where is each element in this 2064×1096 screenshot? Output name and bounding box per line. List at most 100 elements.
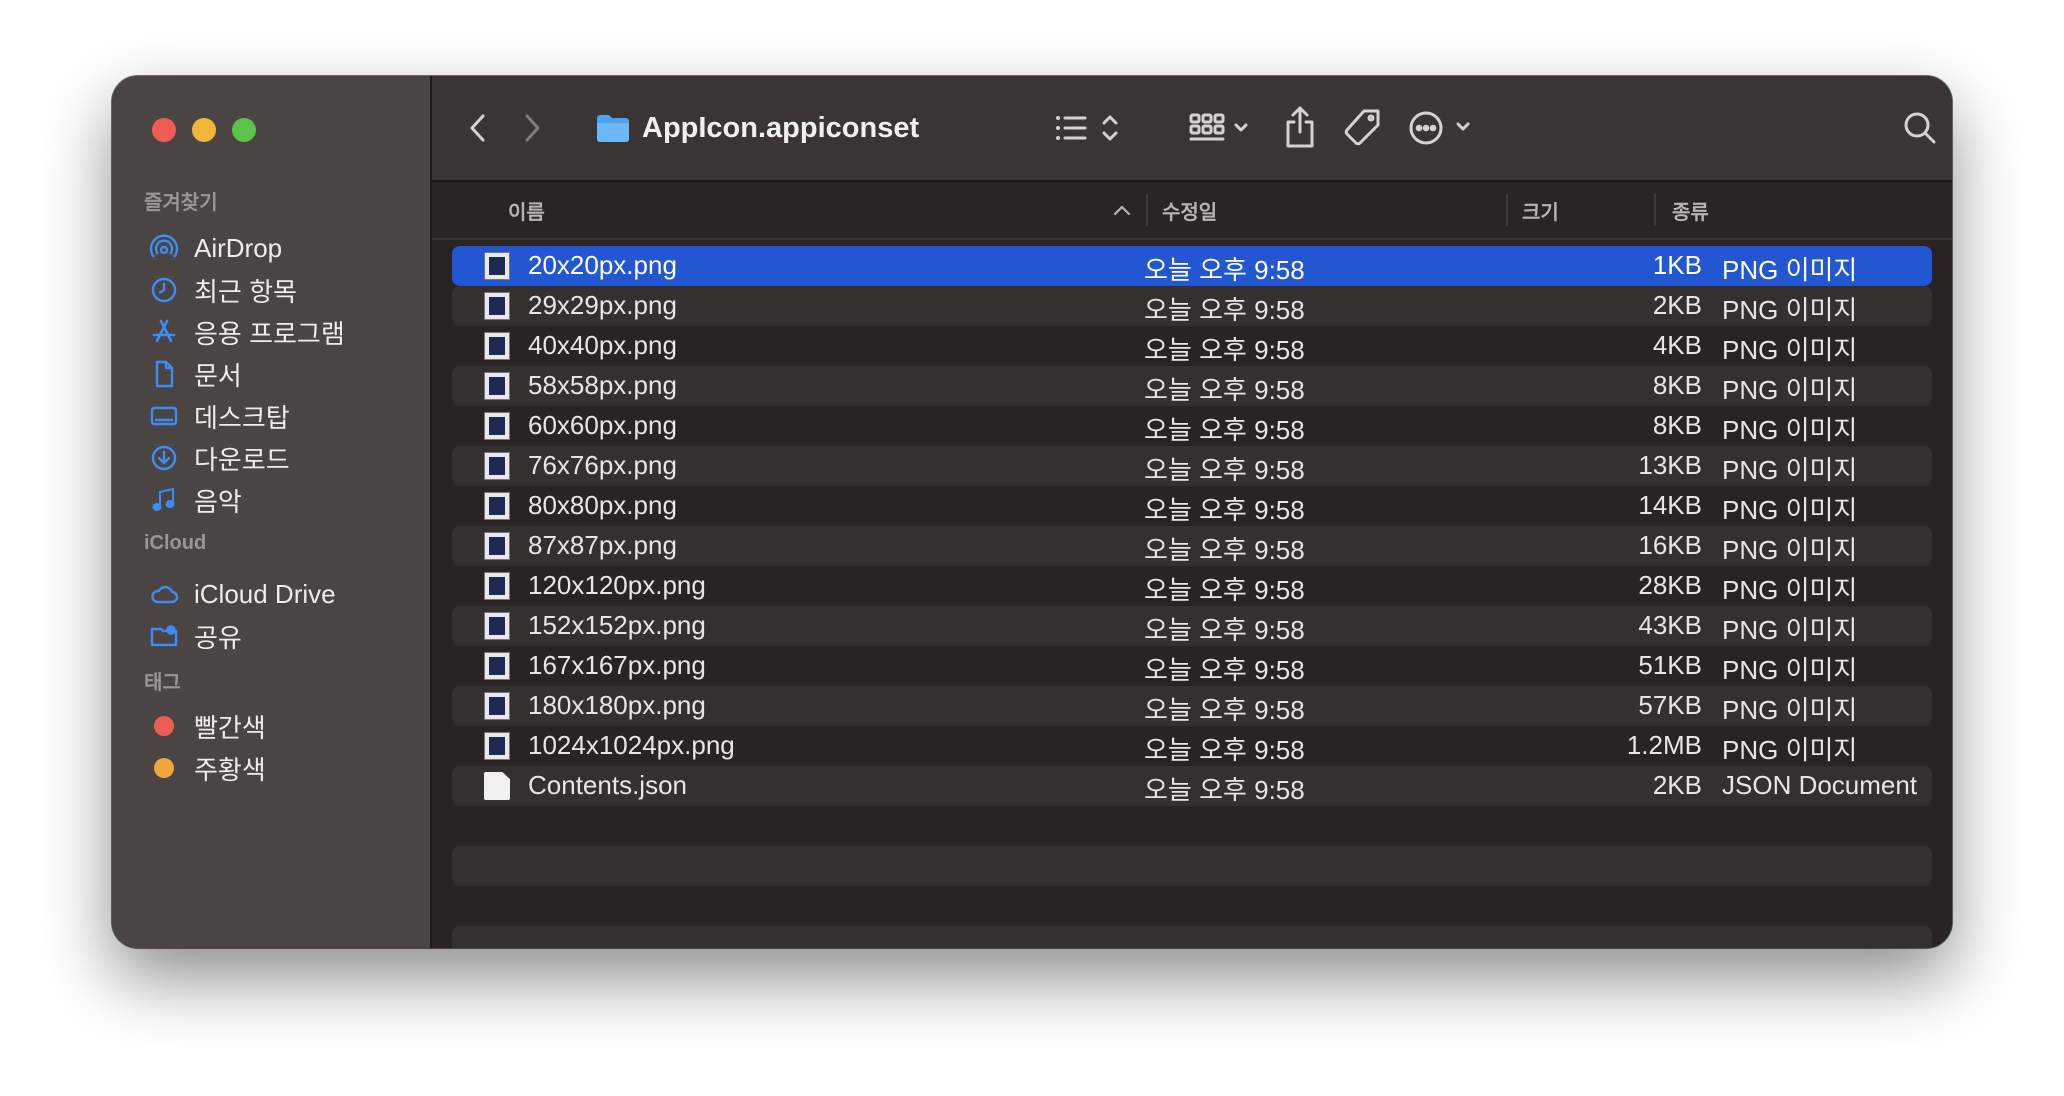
file-date: 오늘 오후 9:58: [1144, 575, 1305, 605]
back-button[interactable]: [456, 106, 500, 150]
sidebar-item-label: 데스크탑: [194, 402, 290, 433]
file-size: 43KB: [1638, 610, 1702, 640]
group-button[interactable]: [1188, 104, 1252, 152]
file-size: 1.2MB: [1626, 730, 1702, 760]
music-icon: [148, 484, 180, 516]
sidebar-item-desktop[interactable]: 데스크탑: [148, 392, 290, 440]
sidebar-item-airdrop[interactable]: AirDrop: [148, 224, 282, 272]
file-size: 13KB: [1638, 450, 1702, 480]
table-row[interactable]: 167x167px.png 오늘 오후 9:58 51KB PNG 이미지: [452, 646, 1932, 686]
column-separator[interactable]: [1506, 194, 1508, 226]
sidebar-item-documents[interactable]: 문서: [148, 350, 242, 398]
file-size: 8KB: [1652, 370, 1702, 400]
file-size: 2KB: [1652, 770, 1702, 800]
ellipsis-circle-icon: [1409, 111, 1470, 145]
column-date[interactable]: 수정일: [1162, 182, 1217, 238]
file-name: 152x152px.png: [528, 610, 706, 640]
png-file-icon: [484, 732, 510, 760]
table-row[interactable]: 58x58px.png 오늘 오후 9:58 8KB PNG 이미지: [452, 366, 1932, 406]
clock-icon: [148, 274, 180, 306]
table-row[interactable]: 76x76px.png 오늘 오후 9:58 13KB PNG 이미지: [452, 446, 1932, 486]
table-row[interactable]: 29x29px.png 오늘 오후 9:58 2KB PNG 이미지: [452, 286, 1932, 326]
sidebar-item-label: 주황색: [194, 754, 266, 785]
file-kind: JSON Document: [1722, 770, 1918, 800]
sidebar-item-icloud-drive[interactable]: iCloud Drive: [148, 570, 336, 618]
sidebar-tag-orange[interactable]: 주황색: [148, 744, 266, 792]
table-row[interactable]: 1024x1024px.png 오늘 오후 9:58 1.2MB PNG 이미지: [452, 726, 1932, 766]
file-name: 29x29px.png: [528, 290, 677, 320]
table-row[interactable]: 152x152px.png 오늘 오후 9:58 43KB PNG 이미지: [452, 606, 1932, 646]
file-size: 16KB: [1638, 530, 1702, 560]
file-name: 120x120px.png: [528, 570, 706, 600]
png-file-icon: [484, 252, 510, 280]
file-kind: PNG 이미지: [1722, 495, 1858, 525]
close-button[interactable]: [152, 118, 176, 142]
file-date: 오늘 오후 9:58: [1144, 695, 1305, 725]
file-name: Contents.json: [528, 770, 687, 800]
file-name: 20x20px.png: [528, 250, 677, 280]
table-row[interactable]: 40x40px.png 오늘 오후 9:58 4KB PNG 이미지: [452, 326, 1932, 366]
file-size: 1KB: [1652, 250, 1702, 280]
minimize-button[interactable]: [192, 118, 216, 142]
tag-button[interactable]: [1338, 104, 1386, 152]
file-kind: PNG 이미지: [1722, 375, 1858, 405]
png-file-icon: [484, 612, 510, 640]
sidebar-item-label: 다운로드: [194, 444, 290, 475]
file-size: 14KB: [1638, 490, 1702, 520]
file-date: 오늘 오후 9:58: [1144, 255, 1305, 285]
file-name: 180x180px.png: [528, 690, 706, 720]
sidebar-item-music[interactable]: 음악: [148, 476, 242, 524]
column-size[interactable]: 크기: [1522, 182, 1559, 238]
forward-button[interactable]: [510, 106, 554, 150]
table-row[interactable]: Contents.json 오늘 오후 9:58 2KB JSON Document: [452, 766, 1932, 806]
share-icon: [1286, 106, 1314, 148]
sidebar-item-label: 음악: [194, 486, 242, 517]
json-file-icon: [484, 772, 510, 800]
sidebar-item-label: AirDrop: [194, 232, 283, 263]
desktop-icon: [148, 400, 180, 432]
share-button[interactable]: [1278, 100, 1322, 154]
table-row[interactable]: 20x20px.png 오늘 오후 9:58 1KB PNG 이미지: [452, 246, 1932, 286]
column-kind-label: 종류: [1672, 201, 1709, 224]
file-date: 오늘 오후 9:58: [1144, 335, 1305, 365]
table-row[interactable]: 180x180px.png 오늘 오후 9:58 57KB PNG 이미지: [452, 686, 1932, 726]
search-button[interactable]: [1896, 104, 1944, 152]
column-name-label: 이름: [508, 201, 545, 224]
sidebar-tag-red[interactable]: 빨간색: [148, 702, 266, 750]
sidebar-item-label: 빨간색: [194, 712, 266, 743]
column-separator[interactable]: [1146, 194, 1148, 226]
table-row[interactable]: 80x80px.png 오늘 오후 9:58 14KB PNG 이미지: [452, 486, 1932, 526]
png-file-icon: [484, 572, 510, 600]
file-kind: PNG 이미지: [1722, 615, 1858, 645]
png-file-icon: [484, 452, 510, 480]
png-file-icon: [484, 692, 510, 720]
column-name[interactable]: 이름: [508, 182, 545, 238]
download-icon: [148, 442, 180, 474]
search-icon: [1904, 112, 1936, 144]
sidebar-item-shared[interactable]: 공유: [148, 612, 242, 660]
file-kind: PNG 이미지: [1722, 455, 1858, 485]
view-options-button[interactable]: [1052, 104, 1128, 152]
shared-folder-icon: [148, 620, 180, 652]
empty-row: [452, 806, 1932, 846]
file-kind: PNG 이미지: [1722, 255, 1858, 285]
table-row[interactable]: 60x60px.png 오늘 오후 9:58 8KB PNG 이미지: [452, 406, 1932, 446]
file-date: 오늘 오후 9:58: [1144, 455, 1305, 485]
sidebar-item-recents[interactable]: 최근 항목: [148, 266, 297, 314]
file-name: 80x80px.png: [528, 490, 677, 520]
zoom-button[interactable]: [232, 118, 256, 142]
column-separator[interactable]: [1654, 194, 1656, 226]
column-date-label: 수정일: [1162, 201, 1218, 224]
sidebar-item-downloads[interactable]: 다운로드: [148, 434, 290, 482]
title-text: AppIcon.appiconset: [642, 111, 920, 144]
sidebar-item-applications[interactable]: 응용 프로그램: [148, 308, 345, 356]
table-row[interactable]: 87x87px.png 오늘 오후 9:58 16KB PNG 이미지: [452, 526, 1932, 566]
file-kind: PNG 이미지: [1722, 535, 1858, 565]
file-kind: PNG 이미지: [1722, 335, 1858, 365]
more-actions-button[interactable]: [1406, 104, 1486, 152]
png-file-icon: [484, 492, 510, 520]
table-row[interactable]: 120x120px.png 오늘 오후 9:58 28KB PNG 이미지: [452, 566, 1932, 606]
document-icon: [148, 358, 180, 390]
column-kind[interactable]: 종류: [1672, 182, 1709, 238]
sidebar-item-label: iCloud Drive: [194, 578, 336, 609]
